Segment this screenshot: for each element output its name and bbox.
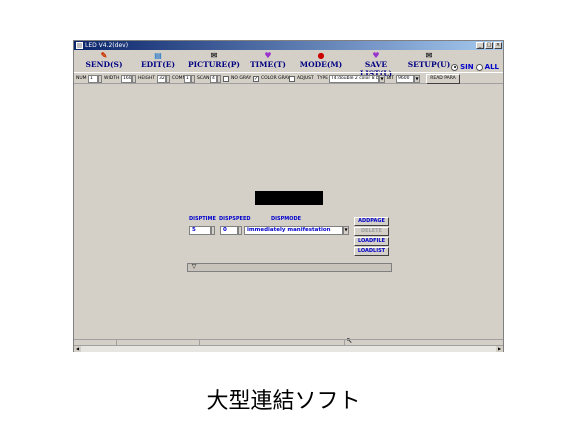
bit-select[interactable]: 9600 xyxy=(396,75,414,83)
height-input[interactable]: 32 xyxy=(157,75,166,83)
close-button[interactable]: × xyxy=(494,42,502,49)
dispspeed-input[interactable]: 0 xyxy=(220,226,238,235)
menu-mode[interactable]: ● MODE(M) xyxy=(297,50,345,70)
send-mode-radios: SIN ALL xyxy=(451,63,499,71)
scroll-left-icon[interactable]: ◀ xyxy=(74,346,81,352)
height-spinner[interactable] xyxy=(166,75,170,83)
color-gray-label: COLOR GRAY xyxy=(261,76,291,81)
loadlist-button[interactable]: LOADLIST xyxy=(354,247,389,256)
page-settings-panel: DISPTIME DISPSPEED DISPMODE 5 0 immediat… xyxy=(187,216,392,256)
adjust-label: ADJUST xyxy=(297,76,314,81)
menu-mode-label: MODE(M) xyxy=(299,60,343,69)
menu-edit-label: EDIT(E) xyxy=(140,60,176,69)
horizontal-scrollbar[interactable]: ◀ ▶ xyxy=(74,345,503,352)
read-para-button[interactable]: READ PARA xyxy=(426,74,460,84)
led-preview xyxy=(255,191,323,205)
minimize-button[interactable]: _ xyxy=(476,42,484,49)
menu-bar: ✎ SEND(S) ▤ EDIT(E) ✉ PICTURE(P) ♥ TIME(… xyxy=(74,50,503,79)
color-gray-checkbox[interactable]: ✓ xyxy=(253,76,259,82)
type-dropdown-icon[interactable]: ▼ xyxy=(379,75,385,83)
num-input[interactable]: 1 xyxy=(88,75,98,83)
width-input[interactable]: 160 xyxy=(121,75,132,83)
menu-setup-label: SETUP(U) xyxy=(407,60,451,69)
menu-picture[interactable]: ✉ PICTURE(P) xyxy=(187,50,241,70)
disptime-input[interactable]: 5 xyxy=(189,226,211,235)
adjust-checkbox[interactable] xyxy=(289,76,295,82)
track-thumb-icon[interactable]: ▽ xyxy=(190,264,198,272)
loadfile-button[interactable]: LOADFILE xyxy=(354,237,389,246)
edit-icon: ▤ xyxy=(154,50,162,60)
app-window: LED V4.2(dev) _ □ × ✎ SEND(S) ▤ EDIT(E) … xyxy=(73,40,504,352)
single-radio-label: SIN xyxy=(460,63,474,71)
dispmode-label: DISPMODE xyxy=(271,216,302,222)
all-radio-label: ALL xyxy=(484,63,499,71)
settings-toolbar: NUM 1 WIDTH 160 HEIGHT 32 COMM 1 SCAN 4 … xyxy=(74,72,503,84)
num-spinner[interactable] xyxy=(98,75,102,83)
dispmode-dropdown-icon[interactable]: ▼ xyxy=(343,226,349,235)
send-icon: ✎ xyxy=(100,50,108,60)
single-radio[interactable] xyxy=(451,63,459,71)
all-radio[interactable] xyxy=(475,63,483,71)
scroll-right-icon[interactable]: ▶ xyxy=(496,346,503,352)
setup-icon: ✉ xyxy=(425,50,433,60)
window-title: LED V4.2(dev) xyxy=(85,42,129,49)
type-label: TYPE xyxy=(317,76,329,81)
no-gray-label: NO GRAY xyxy=(231,76,252,81)
no-gray-checkbox[interactable] xyxy=(223,76,229,82)
addpage-button[interactable]: ADDPAGE xyxy=(354,217,389,226)
menu-picture-label: PICTURE(P) xyxy=(188,60,240,69)
disptime-label: DISPTIME xyxy=(189,216,216,222)
scan-input[interactable]: 4 xyxy=(210,75,217,83)
dispspeed-spinner[interactable] xyxy=(238,226,242,235)
width-label: WIDTH xyxy=(104,76,120,81)
progress-track[interactable]: ▽ xyxy=(187,263,392,272)
width-spinner[interactable] xyxy=(132,75,136,83)
dispspeed-label: DISPSPEED xyxy=(219,216,251,222)
bit-label: BIT xyxy=(387,76,395,81)
comm-input[interactable]: 1 xyxy=(184,75,191,83)
mode-icon: ● xyxy=(317,50,325,60)
menu-send-label: SEND(S) xyxy=(85,60,123,69)
scan-spinner[interactable] xyxy=(217,75,221,83)
app-icon xyxy=(76,42,83,49)
picture-icon: ✉ xyxy=(210,50,218,60)
caption: 大型連結ソフト xyxy=(206,389,361,414)
menu-setup[interactable]: ✉ SETUP(U) xyxy=(407,50,451,70)
num-label: NUM xyxy=(76,76,87,81)
menu-time[interactable]: ♥ TIME(T) xyxy=(246,50,290,70)
menu-time-label: TIME(T) xyxy=(250,60,286,69)
bit-dropdown-icon[interactable]: ▼ xyxy=(414,75,420,83)
delete-button[interactable]: DELETE xyxy=(354,227,389,236)
dispmode-select[interactable]: immediately manifestation xyxy=(244,226,343,235)
disptime-spinner[interactable] xyxy=(211,226,215,235)
menu-edit[interactable]: ▤ EDIT(E) xyxy=(136,50,180,70)
save-list-icon: ♥ xyxy=(372,50,380,60)
time-icon: ♥ xyxy=(264,50,272,60)
comm-spinner[interactable] xyxy=(191,75,195,83)
window-controls: _ □ × xyxy=(476,42,502,49)
menu-send[interactable]: ✎ SEND(S) xyxy=(82,50,126,70)
title-bar: LED V4.2(dev) _ □ × xyxy=(74,41,503,50)
type-select[interactable]: T4:double 2 color 8 bit xyxy=(329,75,379,83)
height-label: HEIGHT xyxy=(138,76,156,81)
scan-label: SCAN xyxy=(197,76,210,81)
maximize-button[interactable]: □ xyxy=(485,42,493,49)
